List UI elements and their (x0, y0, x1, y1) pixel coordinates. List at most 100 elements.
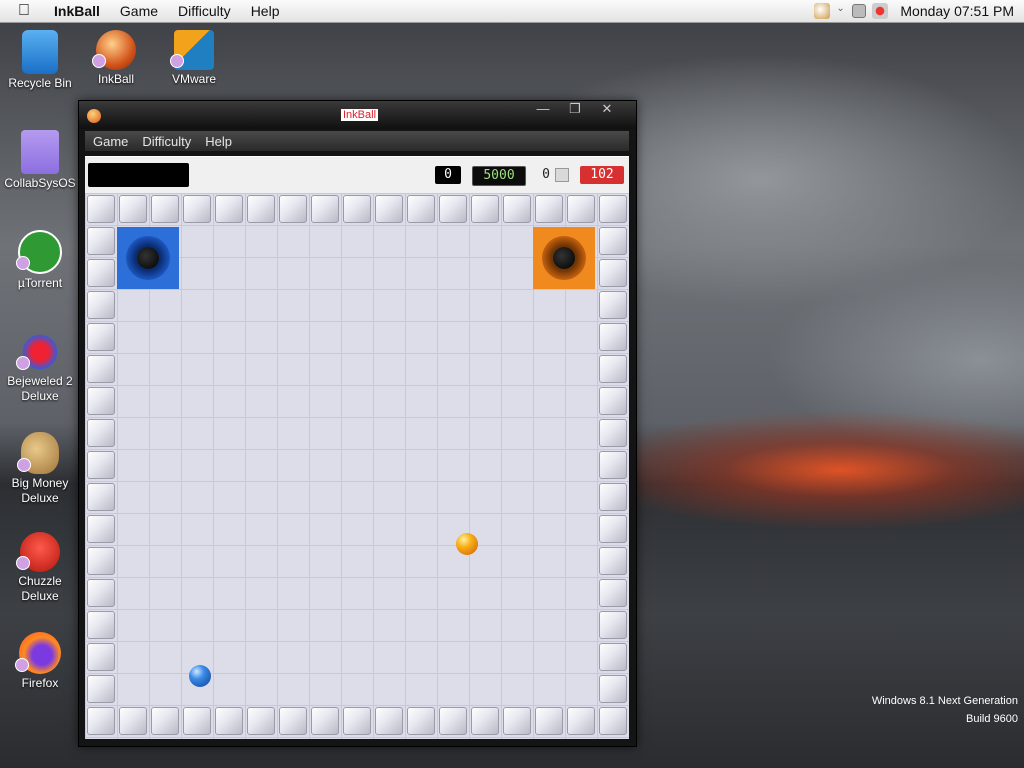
desktop-icon-vmware[interactable]: VMware (154, 30, 234, 87)
shortcut-badge-icon (170, 54, 184, 68)
clock[interactable]: Monday 07:51 PM (900, 3, 1014, 19)
desktop-icon-label: Firefox (21, 676, 59, 690)
wall-tile (439, 195, 467, 223)
wall-tile (215, 195, 243, 223)
wall-tile (343, 195, 371, 223)
wall-tile (215, 707, 243, 735)
desktop-icon-chuzzle[interactable]: Chuzzle Deluxe (0, 532, 80, 604)
menubar-app-name[interactable]: InkBall (54, 3, 100, 19)
chevron-down-icon[interactable]: ⌄ (836, 3, 846, 19)
wall-tile (279, 195, 307, 223)
window-title: InkBall (341, 109, 379, 121)
wall-tile (599, 387, 627, 415)
menubar-item-game[interactable]: Game (120, 3, 158, 19)
desktop-icon-firefox[interactable]: Firefox (0, 632, 80, 691)
wall-tile (87, 611, 115, 639)
wall-tile (311, 707, 339, 735)
wall-tile (599, 291, 627, 319)
shortcut-badge-icon (92, 54, 106, 68)
inkball-icon (92, 30, 136, 70)
menu-help[interactable]: Help (205, 134, 232, 149)
shortcut-badge-icon (16, 356, 30, 370)
folder-icon (21, 130, 59, 174)
desktop-icon-big-money[interactable]: Big Money Deluxe (0, 432, 80, 506)
menu-game[interactable]: Game (93, 134, 128, 149)
shortcut-badge-icon (16, 256, 30, 270)
wall-tile (599, 355, 627, 383)
wall-tile (599, 707, 627, 735)
wall-tile (151, 707, 179, 735)
wall-tile (599, 483, 627, 511)
apple-icon[interactable]:  (18, 2, 38, 20)
wall-tile (599, 323, 627, 351)
wall-tile (87, 547, 115, 575)
wall-tile (599, 675, 627, 703)
desktop-icon-label: CollabSysOS (4, 176, 76, 190)
wall-tile (599, 611, 627, 639)
watermark-line-2: Build 9600 (966, 713, 1018, 725)
desktop-icon-recycle-bin[interactable]: Recycle Bin (0, 30, 80, 91)
wall-tile (87, 355, 115, 383)
wall-tile (599, 451, 627, 479)
pen-tray-icon[interactable] (814, 3, 831, 19)
wall-tile (503, 707, 531, 735)
wall-tile (87, 675, 115, 703)
menubar-item-difficulty[interactable]: Difficulty (178, 3, 231, 19)
menubar-item-help[interactable]: Help (251, 3, 280, 19)
inkball-app-icon (87, 109, 101, 123)
wall-tile (535, 707, 563, 735)
wall-tile (87, 387, 115, 415)
score-bar: 0 5000 0 102 (85, 156, 629, 194)
top-menu-bar:  InkBall Game Difficulty Help ⌄ Monday … (0, 0, 1024, 23)
wall-tile (567, 707, 595, 735)
desktop-icon-label: Big Money Deluxe (11, 476, 69, 505)
desktop-icon-utorrent[interactable]: µTorrent (0, 230, 80, 291)
window-menu-bar: Game Difficulty Help (85, 131, 629, 151)
menu-difficulty[interactable]: Difficulty (142, 134, 191, 149)
orange-hole (533, 227, 595, 289)
wall-tile (87, 643, 115, 671)
timer-display: 102 (580, 166, 624, 184)
inkball-window: InkBall — ❐ ✕ Game Difficulty Help 0 500… (78, 100, 637, 747)
desktop-icon-collabsysos[interactable]: CollabSysOS (0, 130, 80, 191)
recycle-bin-icon (22, 30, 58, 74)
menubar-tray: ⌄ Monday 07:51 PM (814, 0, 1024, 22)
wall-tile (599, 515, 627, 543)
desktop-icon-label: Chuzzle Deluxe (18, 574, 62, 603)
wall-tile (375, 195, 403, 223)
minimize-button[interactable]: — (527, 102, 559, 118)
wall-tile (87, 451, 115, 479)
blue-hole (117, 227, 179, 289)
wall-tile (471, 707, 499, 735)
desktop-icon-label: µTorrent (17, 276, 63, 290)
maximize-button[interactable]: ❐ (559, 102, 591, 118)
wall-tile (279, 707, 307, 735)
wall-tile (375, 707, 403, 735)
orange-ball (456, 533, 478, 555)
window-titlebar[interactable]: InkBall — ❐ ✕ (79, 101, 636, 129)
desktop-icon-inkball[interactable]: InkBall (76, 30, 156, 87)
wall-tile (87, 579, 115, 607)
wall-tile (439, 707, 467, 735)
balls-remaining-count: 0 (542, 167, 550, 182)
network-tray-icon[interactable] (852, 4, 867, 18)
utorrent-icon (16, 230, 62, 274)
close-button[interactable]: ✕ (591, 102, 623, 118)
wall-tile (87, 419, 115, 447)
wall-tile (247, 195, 275, 223)
vmware-icon (170, 30, 214, 70)
desktop-icon-label: Recycle Bin (8, 76, 72, 90)
wall-tile (87, 483, 115, 511)
game-board[interactable] (85, 193, 629, 739)
wall-tile (87, 195, 115, 223)
wall-tile (599, 419, 627, 447)
wall-tile (183, 707, 211, 735)
wall-tile (503, 195, 531, 223)
balls-remaining-icon (555, 168, 569, 182)
desktop-icon-bejeweled[interactable]: Bejeweled 2 Deluxe (0, 332, 80, 404)
wall-tile (567, 195, 595, 223)
wall-tile (87, 707, 115, 735)
volume-muted-icon[interactable] (872, 3, 889, 19)
wall-tile (87, 259, 115, 287)
chuzzle-icon (16, 532, 60, 572)
